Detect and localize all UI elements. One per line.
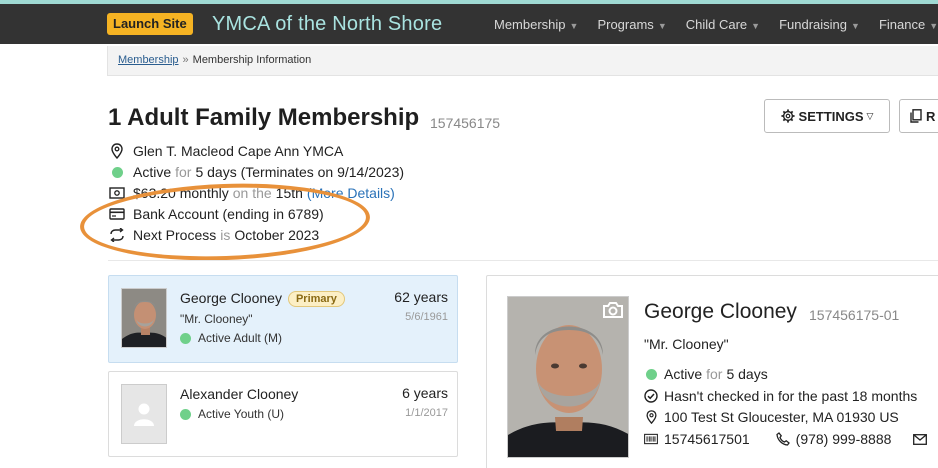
member-profile-panel: George Clooney 157456175-01 "Mr. Clooney… [486,275,938,468]
main-nav: Membership ▼ Programs ▼ Child Care ▼ Fundra… [494,4,938,44]
profile-phone[interactable]: (978) 999-8888 [796,431,892,447]
avatar [121,288,167,348]
barcode-icon [644,433,658,445]
member-nickname: "Mr. Clooney" [180,312,253,326]
breadcrumb-current: Membership Information [192,54,312,66]
nav-programs[interactable]: Programs ▼ [597,17,666,32]
profile-photo[interactable] [507,296,629,458]
phone-icon [775,432,790,446]
nav-fundraising[interactable]: Fundraising ▼ [779,17,860,32]
status-dot [180,408,191,420]
profile-status-for: for [706,366,723,382]
profile-address: 100 Test St Gloucester, MA 01930 US [664,409,899,425]
member-dob: 1/1/2017 [405,407,448,419]
chevron-down-icon: ▼ [929,20,938,31]
member-status: Active Youth (U) [180,407,284,421]
profile-checkin-text: Hasn't checked in for the past 18 months [664,388,918,404]
secondary-action-label: R [926,108,936,124]
top-navbar: Launch Site YMCA of the North Shore Memb… [0,0,938,44]
status-dot [180,332,191,344]
status-for: for [175,164,192,180]
profile-member-id: 157456175-01 [809,307,900,323]
check-circle-icon [644,389,658,403]
member-dob: 5/6/1961 [405,311,448,323]
launch-site-button[interactable]: Launch Site [107,13,193,35]
camera-icon[interactable] [602,301,624,324]
map-pin-icon [108,143,126,159]
status-dot [108,166,126,178]
status-label: Active [133,164,172,180]
profile-status-line: Active for 5 days [644,366,768,382]
profile-nickname: "Mr. Clooney" [644,336,729,352]
copy-icon [910,109,922,123]
location-text: Glen T. Macleod Cape Ann YMCA [133,143,344,159]
location-line: Glen T. Macleod Cape Ann YMCA [108,143,343,159]
nav-membership[interactable]: Membership ▼ [494,17,578,32]
breadcrumb: Membership» Membership Information [107,46,938,76]
page-title: 1 Adult Family Membership [108,104,420,131]
secondary-action-button[interactable]: R [899,99,938,133]
status-dot [644,368,658,380]
primary-badge: Primary [287,291,345,307]
settings-label: SETTINGS [798,108,864,124]
member-status: Active Adult (M) [180,331,282,345]
gear-icon [780,109,795,123]
status-duration: 5 days (Terminates on 9/14/2023) [195,164,405,180]
member-card-primary[interactable]: George Clooney Primary "Mr. Clooney" Acti… [108,275,458,363]
user-icon [134,403,154,426]
breadcrumb-membership-link[interactable]: Membership [118,54,179,66]
chevron-down-icon: ▼ [851,20,860,31]
membership-id: 157456175 [430,115,501,131]
profile-barcode: 15745617501 [664,431,750,447]
profile-address-line: 100 Test St Gloucester, MA 01930 US [644,409,899,425]
profile-contact-line: 15745617501 (978) 999-8888 [644,431,933,447]
status-line: Active for 5 days (Terminates on 9/14/20… [108,164,404,180]
member-age: 62 years [394,289,448,305]
chevron-down-icon: ▼ [569,20,579,31]
map-pin-icon [644,410,658,424]
profile-status-label: Active [664,366,703,382]
section-divider [108,260,938,261]
mail-icon [913,433,928,445]
breadcrumb-separator: » [182,54,189,66]
profile-status-duration: 5 days [726,366,768,382]
chevron-down-icon: ▼ [751,20,761,31]
chevron-down-icon: ▼ [657,20,667,31]
organization-name[interactable]: YMCA of the North Shore [212,9,442,39]
member-name: Alexander Clooney [180,386,299,402]
member-name: George Clooney Primary [180,290,345,307]
nav-child-care[interactable]: Child Care ▼ [686,17,760,32]
profile-name: George Clooney [644,300,797,323]
settings-button[interactable]: SETTINGS ▽ [764,99,890,133]
nav-finance[interactable]: Finance ▼ [879,17,938,32]
member-age: 6 years [402,385,448,401]
avatar-placeholder [121,384,167,444]
member-card-dependent[interactable]: Alexander Clooney Active Youth (U) 6 yea… [108,371,458,457]
profile-checkin-line: Hasn't checked in for the past 18 months [644,388,917,404]
chevron-down-icon: ▽ [866,110,874,121]
